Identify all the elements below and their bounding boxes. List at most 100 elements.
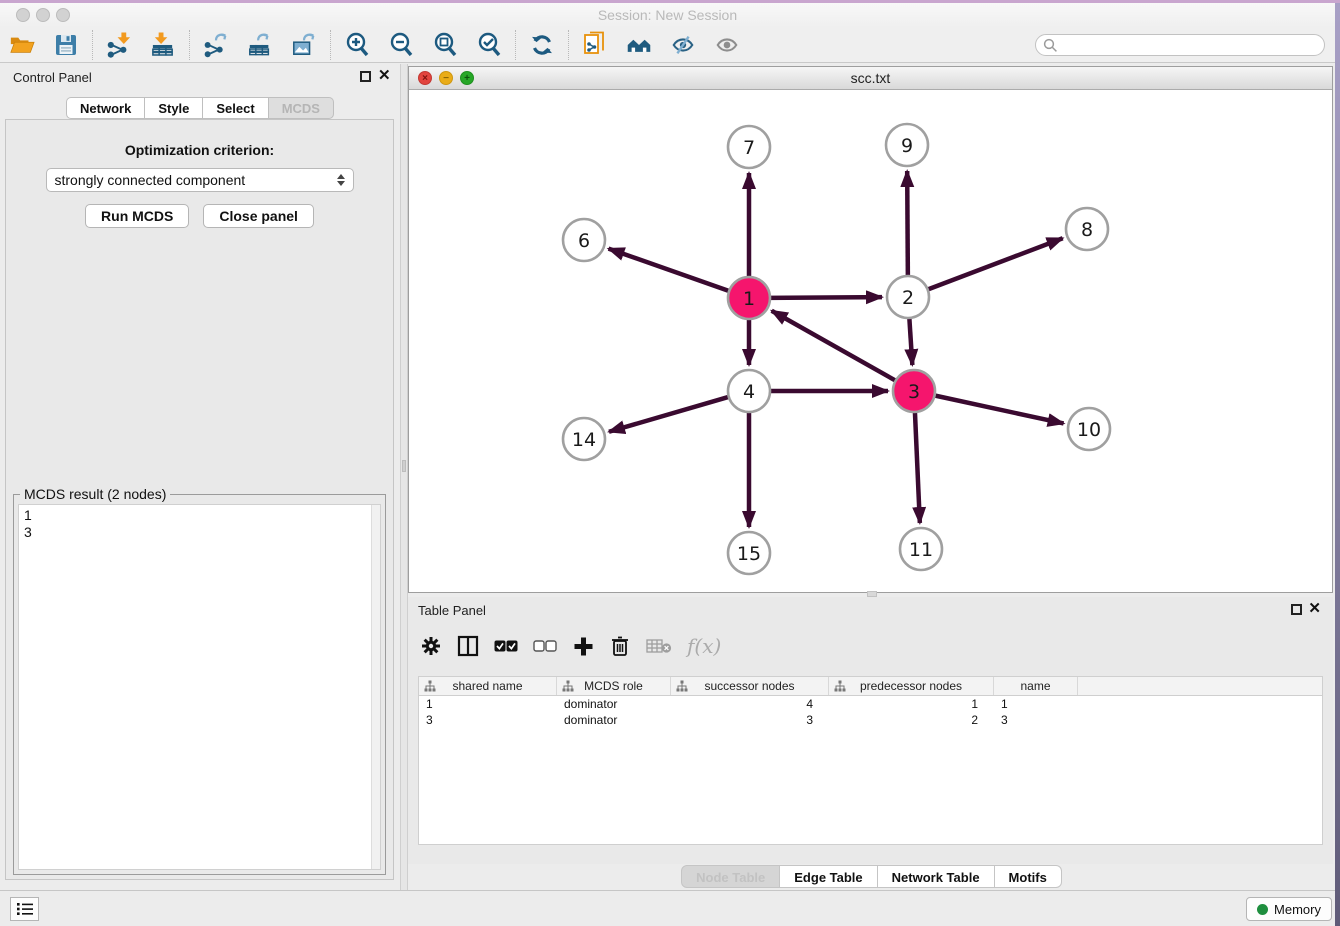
open-folder-icon: [9, 33, 35, 57]
cell-MCDS-role: dominator: [557, 712, 671, 728]
tab-mcds[interactable]: MCDS: [269, 97, 334, 119]
network-graph: 7968124314101511: [409, 91, 1332, 593]
column-header-predecessor-nodes[interactable]: predecessor nodes: [829, 677, 994, 695]
zoom-selected-icon: [476, 32, 502, 58]
cell-shared-name: 1: [419, 696, 557, 712]
network-canvas[interactable]: 7968124314101511: [409, 91, 1332, 592]
table-panel: Table Panel ✕: [408, 597, 1333, 864]
node-label-10: 10: [1077, 419, 1101, 441]
table-panel-header: Table Panel ✕: [408, 597, 1333, 623]
deselect-all-button[interactable]: [533, 633, 557, 659]
show-panels-button[interactable]: [10, 897, 39, 921]
desktop-edge-right: [1335, 3, 1340, 926]
search-icon: [1043, 38, 1058, 53]
workspace: × − + scc.txt 7968124314101511: [408, 64, 1335, 890]
column-header-name[interactable]: name: [994, 677, 1078, 695]
apply-layout-button[interactable]: [529, 31, 555, 59]
export-network-button[interactable]: [203, 31, 229, 59]
splitter-grip[interactable]: [402, 460, 406, 472]
float-table-panel-icon[interactable]: [1291, 604, 1302, 615]
zoom-selected-button[interactable]: [476, 31, 502, 59]
vertical-splitter[interactable]: [400, 64, 408, 890]
close-table-panel-icon[interactable]: ✕: [1308, 601, 1321, 617]
run-mcds-button[interactable]: Run MCDS: [85, 204, 189, 228]
save-disk-icon: [54, 33, 78, 57]
table-row[interactable]: 1dominator411: [419, 696, 1322, 712]
zoom-in-button[interactable]: [344, 31, 370, 59]
edge-4-14[interactable]: [609, 397, 730, 432]
table-body: 1dominator4113dominator323: [419, 696, 1322, 728]
edge-2-9[interactable]: [907, 171, 908, 277]
table-toolbar: f(x): [420, 629, 721, 663]
import-table-icon: [150, 31, 176, 58]
tab-network[interactable]: Network: [66, 97, 145, 119]
toolbar-separator: [515, 30, 516, 60]
desktop-edge-top: [0, 0, 1340, 3]
zoom-fit-button[interactable]: [432, 31, 458, 59]
edge-2-3[interactable]: [909, 317, 912, 365]
export-table-button[interactable]: [247, 31, 273, 59]
close-panel-icon[interactable]: ✕: [378, 68, 391, 84]
tab-node-table[interactable]: Node Table: [681, 865, 780, 888]
tab-network-table[interactable]: Network Table: [878, 865, 995, 888]
zoom-out-icon: [388, 32, 414, 58]
edge-1-2[interactable]: [769, 297, 882, 298]
cell-predecessor-nodes: 1: [829, 696, 994, 712]
tab-style[interactable]: Style: [145, 97, 203, 119]
birds-eye-view-button[interactable]: [714, 31, 740, 59]
node-label-15: 15: [737, 543, 761, 565]
edge-1-6[interactable]: [609, 249, 731, 292]
column-header-successor-nodes[interactable]: successor nodes: [671, 677, 829, 695]
edge-3-1[interactable]: [772, 311, 897, 381]
delete-table-button[interactable]: [646, 633, 672, 659]
import-table-button[interactable]: [150, 31, 176, 59]
add-column-button[interactable]: [572, 633, 594, 659]
attribute-icon: [562, 680, 574, 692]
zoom-out-button[interactable]: [388, 31, 414, 59]
table-row[interactable]: 3dominator323: [419, 712, 1322, 728]
criterion-dropdown[interactable]: strongly connected component: [46, 168, 354, 192]
unchecked-boxes-icon: [533, 640, 557, 653]
tab-edge-table[interactable]: Edge Table: [780, 865, 877, 888]
edge-3-10[interactable]: [934, 395, 1064, 423]
close-panel-button[interactable]: Close panel: [203, 204, 314, 228]
dropdown-stepper-icon: [337, 174, 345, 186]
save-session-button[interactable]: [53, 31, 79, 59]
table-header-row: shared nameMCDS rolesuccessor nodesprede…: [419, 677, 1322, 696]
tab-select[interactable]: Select: [203, 97, 268, 119]
export-image-button[interactable]: [291, 31, 317, 59]
result-scrollbar[interactable]: [371, 505, 380, 869]
column-header-MCDS-role[interactable]: MCDS role: [557, 677, 671, 695]
column-header-shared-name[interactable]: shared name: [419, 677, 557, 695]
toggle-panel-columns-button[interactable]: [457, 633, 479, 659]
function-builder-button[interactable]: f(x): [687, 633, 721, 659]
network-overview-button[interactable]: [626, 31, 652, 59]
toggle-graphics-details-button[interactable]: [670, 31, 696, 59]
float-panel-icon[interactable]: [360, 71, 371, 82]
select-all-button[interactable]: [494, 633, 518, 659]
memory-button[interactable]: Memory: [1246, 897, 1332, 921]
network-view-titlebar[interactable]: × − + scc.txt: [409, 67, 1332, 90]
attribute-icon: [676, 680, 688, 692]
node-label-3: 3: [908, 381, 920, 403]
edge-3-11[interactable]: [915, 411, 920, 523]
control-panel: Control Panel ✕ NetworkStyleSelectMCDS O…: [0, 64, 400, 890]
export-network-icon: [203, 31, 229, 58]
node-label-7: 7: [743, 137, 755, 159]
edge-2-8[interactable]: [927, 238, 1063, 290]
cell-successor-nodes: 4: [671, 696, 829, 712]
mcds-panel: Optimization criterion: strongly connect…: [5, 119, 394, 880]
delete-column-button[interactable]: [609, 633, 631, 659]
export-image-icon: [291, 31, 317, 58]
table-settings-button[interactable]: [420, 633, 442, 659]
mcds-result-area[interactable]: 1 3: [18, 504, 381, 870]
import-network-button[interactable]: [106, 31, 132, 59]
tab-motifs[interactable]: Motifs: [995, 865, 1062, 888]
memory-label: Memory: [1274, 902, 1321, 917]
clone-network-button[interactable]: [582, 31, 608, 59]
open-session-button[interactable]: [9, 31, 35, 59]
control-panel-tabs: NetworkStyleSelectMCDS: [0, 97, 400, 119]
app-titlebar: Session: New Session: [0, 3, 1335, 27]
export-table-icon: [247, 31, 273, 58]
search-input[interactable]: [1058, 38, 1324, 52]
